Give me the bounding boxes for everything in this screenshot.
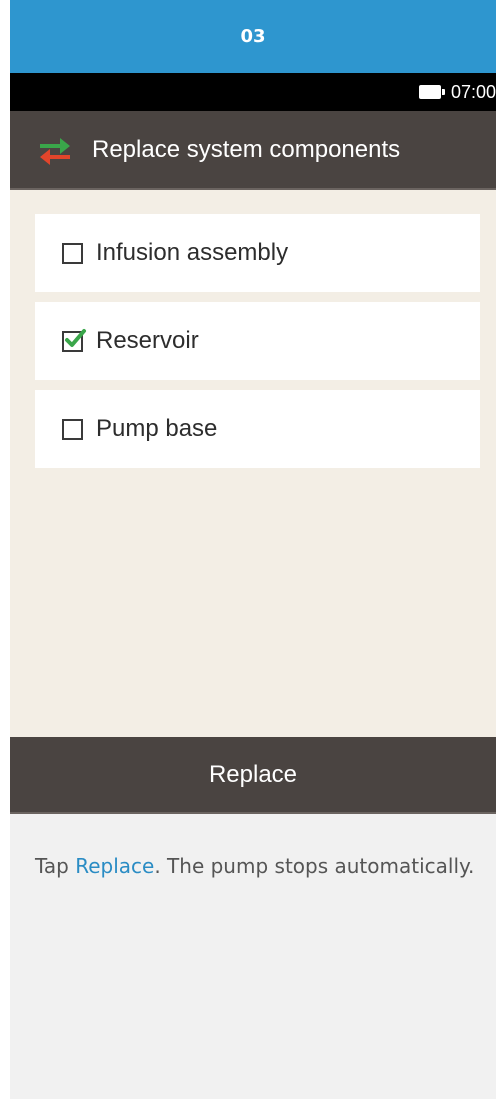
instruction-suffix: . The pump stops automatically. [154,854,475,878]
replace-button[interactable]: Replace [10,737,496,814]
list-item-pump-base[interactable]: Pump base [35,390,480,468]
checkbox-unchecked-icon[interactable] [62,242,83,264]
item-label: Infusion assembly [96,239,289,266]
page-title: Replace system components [92,135,401,163]
step-header: 03 [10,0,496,73]
checkmark-icon [65,328,86,347]
title-bar: Replace system components [10,111,496,190]
status-time: 07:00 [450,81,496,102]
instruction-prefix: Tap [35,854,76,878]
replace-button-label: Replace [208,760,298,788]
component-list: Infusion assembly Reservoir Pump base [10,190,496,737]
list-item-reservoir[interactable]: Reservoir [35,302,480,380]
item-label: Reservoir [96,327,199,354]
step-number: 03 [240,26,266,47]
battery-icon [418,85,445,99]
checkbox-unchecked-icon[interactable] [62,418,83,440]
instruction-text: Tap Replace. The pump stops automaticall… [35,846,475,886]
replace-link[interactable]: Replace [75,854,154,878]
screen-frame: 03 07:00 Replace system components Infus… [10,0,496,1099]
item-label: Pump base [96,415,218,442]
list-item-infusion-assembly[interactable]: Infusion assembly [35,214,480,292]
swap-arrows-icon [40,137,70,165]
status-bar: 07:00 [10,73,496,111]
checkbox-checked-icon[interactable] [62,328,86,352]
